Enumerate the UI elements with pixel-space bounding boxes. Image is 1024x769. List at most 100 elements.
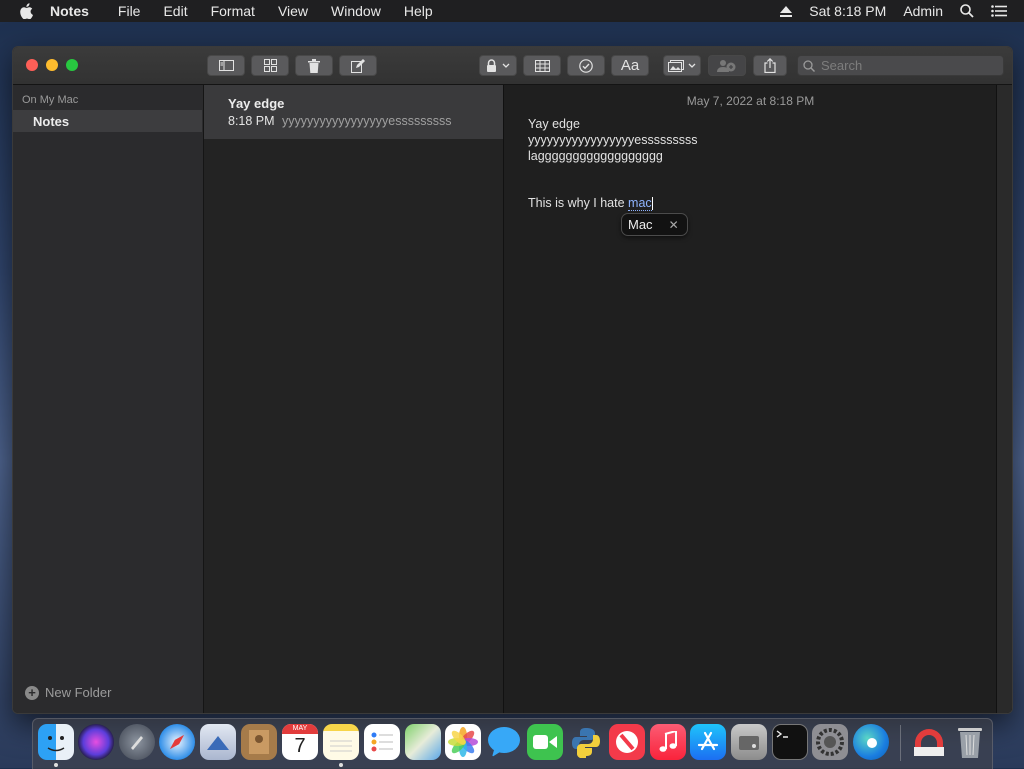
autocorrect-suggestion[interactable]: Mac ✕ <box>621 213 688 236</box>
menu-file[interactable]: File <box>118 3 141 19</box>
photo-icon <box>668 59 684 72</box>
trash-icon <box>308 58 320 73</box>
notification-center-icon[interactable] <box>991 5 1007 17</box>
note-line[interactable]: yyyyyyyyyyyyyyyyyesssssssss <box>528 133 697 147</box>
note-list: Yay edge 8:18 PM yyyyyyyyyyyyyyyyyesssss… <box>204 85 504 713</box>
toggle-sidebar-button[interactable] <box>207 55 245 76</box>
add-media-button[interactable] <box>663 55 701 76</box>
minimize-window-button[interactable] <box>46 59 58 71</box>
mail-icon[interactable] <box>200 724 236 760</box>
siri-icon[interactable] <box>78 724 114 760</box>
menu-view[interactable]: View <box>278 3 308 19</box>
app-store-icon[interactable] <box>690 724 726 760</box>
user-menu[interactable]: Admin <box>903 3 943 19</box>
notes-icon[interactable] <box>323 724 359 760</box>
folders-sidebar: On My Mac Notes + New Folder <box>13 85 204 713</box>
menu-bar: Notes File Edit Format View Window Help … <box>0 0 1024 22</box>
calendar-month: MAY <box>282 724 318 734</box>
lock-note-button[interactable] <box>479 55 517 76</box>
menu-help[interactable]: Help <box>404 3 433 19</box>
facetime-icon[interactable] <box>527 724 563 760</box>
menu-edit[interactable]: Edit <box>163 3 187 19</box>
running-indicator <box>339 763 343 767</box>
contacts-icon[interactable] <box>241 724 277 760</box>
note-time: 8:18 PM <box>228 114 275 128</box>
search-input[interactable] <box>819 57 993 74</box>
sidebar-icon <box>218 60 234 71</box>
calendar-day: 7 <box>294 735 306 757</box>
new-folder-button[interactable]: + New Folder <box>25 685 111 700</box>
note-title: Yay edge <box>228 96 285 111</box>
format-button[interactable]: Aa <box>611 55 649 76</box>
finder-icon[interactable] <box>38 724 74 760</box>
toolbar: Aa <box>13 47 1012 85</box>
menu-window[interactable]: Window <box>331 3 381 19</box>
messages-icon[interactable] <box>486 724 522 760</box>
dismiss-suggestion-icon[interactable]: ✕ <box>669 218 679 232</box>
running-indicator <box>54 763 58 767</box>
search-field[interactable] <box>797 55 1004 76</box>
grid-icon <box>263 59 277 72</box>
note-line[interactable]: lagggggggggggggggggg <box>528 149 663 163</box>
new-folder-label: New Folder <box>45 685 112 700</box>
add-people-button[interactable] <box>708 55 746 76</box>
table-icon <box>534 59 550 72</box>
checklist-button[interactable] <box>567 55 605 76</box>
text-caret <box>651 197 653 211</box>
app-menu-notes[interactable]: Notes <box>50 3 89 19</box>
autocorrect-marked-text: mac <box>628 196 652 211</box>
clock[interactable]: Sat 8:18 PM <box>809 3 886 19</box>
note-preview: yyyyyyyyyyyyyyyyyesssssssss <box>282 114 452 128</box>
sidebar-section-label: On My Mac <box>22 94 79 106</box>
terminal-icon[interactable] <box>772 724 808 760</box>
chevron-down-icon <box>688 63 696 68</box>
add-people-icon <box>717 60 736 72</box>
spotlight-icon[interactable] <box>960 4 974 18</box>
music-icon[interactable] <box>650 724 686 760</box>
scrollbar[interactable] <box>996 85 1012 713</box>
note-line[interactable]: Yay edge <box>528 117 580 131</box>
edge-icon[interactable] <box>853 724 889 760</box>
news-icon[interactable] <box>609 724 645 760</box>
note-editor[interactable]: May 7, 2022 at 8:18 PM Yay edge yyyyyyyy… <box>504 85 1012 713</box>
calendar-icon[interactable]: MAY 7 <box>282 724 318 760</box>
system-preferences-icon[interactable] <box>812 724 848 760</box>
delete-note-button[interactable] <box>295 55 333 76</box>
plus-circle-icon: + <box>25 685 39 700</box>
sidebar-item-notes[interactable]: Notes <box>13 110 202 132</box>
safari-icon[interactable] <box>159 724 195 760</box>
reminders-icon[interactable] <box>364 724 400 760</box>
compose-icon <box>351 58 365 73</box>
gallery-view-button[interactable] <box>251 55 289 76</box>
search-icon <box>803 59 815 72</box>
note-line-current[interactable]: This is why I hate mac <box>528 196 653 211</box>
compose-note-button[interactable] <box>339 55 377 76</box>
list-item[interactable]: Yay edge 8:18 PM yyyyyyyyyyyyyyyyyesssss… <box>204 85 503 139</box>
share-button[interactable] <box>753 55 787 76</box>
dock: MAY 7 <box>32 718 993 769</box>
photos-icon[interactable] <box>445 724 481 760</box>
zoom-window-button[interactable] <box>66 59 78 71</box>
format-icon: Aa <box>620 57 640 74</box>
lock-icon <box>487 59 496 72</box>
close-window-button[interactable] <box>26 59 38 71</box>
menu-format[interactable]: Format <box>211 3 255 19</box>
checkmark-circle-icon <box>579 58 593 73</box>
launchpad-icon[interactable] <box>119 724 155 760</box>
eject-icon[interactable] <box>780 5 793 17</box>
chevron-down-icon <box>502 63 510 68</box>
notes-window: Aa On My Mac Notes + New Folder Yay ed <box>12 46 1013 714</box>
suggestion-text[interactable]: Mac <box>628 217 653 232</box>
share-icon <box>764 58 776 73</box>
trash-icon[interactable] <box>952 724 988 760</box>
disk-utility-icon[interactable] <box>731 724 767 760</box>
typed-text: This is why I hate <box>528 196 629 210</box>
note-date: May 7, 2022 at 8:18 PM <box>686 94 815 108</box>
apple-menu-icon[interactable] <box>20 3 36 19</box>
python-icon[interactable] <box>568 724 604 760</box>
sidebar-item-label: Notes <box>33 113 70 129</box>
insert-table-button[interactable] <box>523 55 561 76</box>
downloads-icon[interactable] <box>911 724 947 760</box>
maps-icon[interactable] <box>405 724 441 760</box>
dock-separator <box>900 725 901 761</box>
